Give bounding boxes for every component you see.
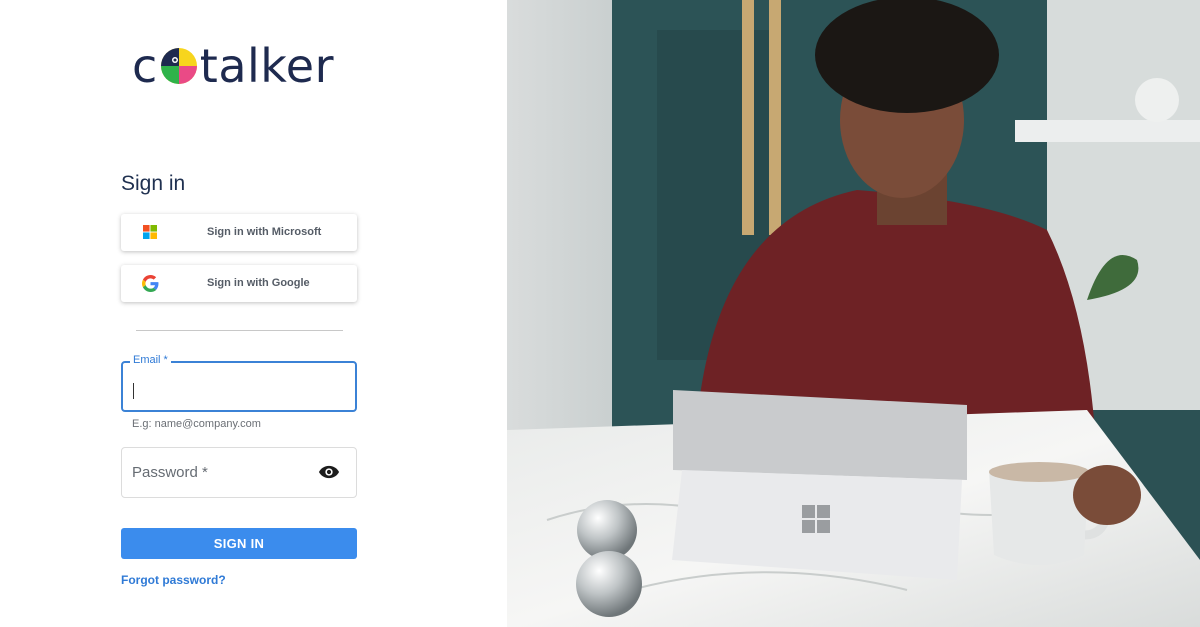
parrot-logo-icon xyxy=(160,48,197,84)
hero-photo-illustration xyxy=(507,0,1200,627)
google-logo-icon xyxy=(142,275,159,292)
microsoft-signin-button[interactable]: Sign in with Microsoft xyxy=(121,214,357,251)
email-label: Email * xyxy=(130,354,171,366)
microsoft-signin-label: Sign in with Microsoft xyxy=(207,226,322,238)
email-helper-text: E.g: name@company.com xyxy=(132,418,261,430)
page-title: Sign in xyxy=(121,172,186,195)
password-field[interactable]: Password * xyxy=(121,447,357,498)
login-panel: c talker Sign in Sign in with Microsoft … xyxy=(0,0,507,627)
password-placeholder: Password * xyxy=(132,464,208,481)
sign-in-button[interactable]: SIGN IN xyxy=(121,528,357,559)
forgot-password-link[interactable]: Forgot password? xyxy=(121,573,226,587)
eye-icon[interactable] xyxy=(318,465,340,479)
google-signin-label: Sign in with Google xyxy=(207,277,310,289)
logo-text-rest: talker xyxy=(199,39,335,93)
hero-photo xyxy=(507,0,1200,627)
divider xyxy=(136,330,343,331)
logo-text-c: c xyxy=(132,39,158,93)
email-field[interactable]: Email * xyxy=(121,354,357,412)
microsoft-logo-icon xyxy=(143,225,157,239)
cotalker-logo: c talker xyxy=(132,40,334,92)
text-cursor xyxy=(133,383,134,399)
google-signin-button[interactable]: Sign in with Google xyxy=(121,265,357,302)
